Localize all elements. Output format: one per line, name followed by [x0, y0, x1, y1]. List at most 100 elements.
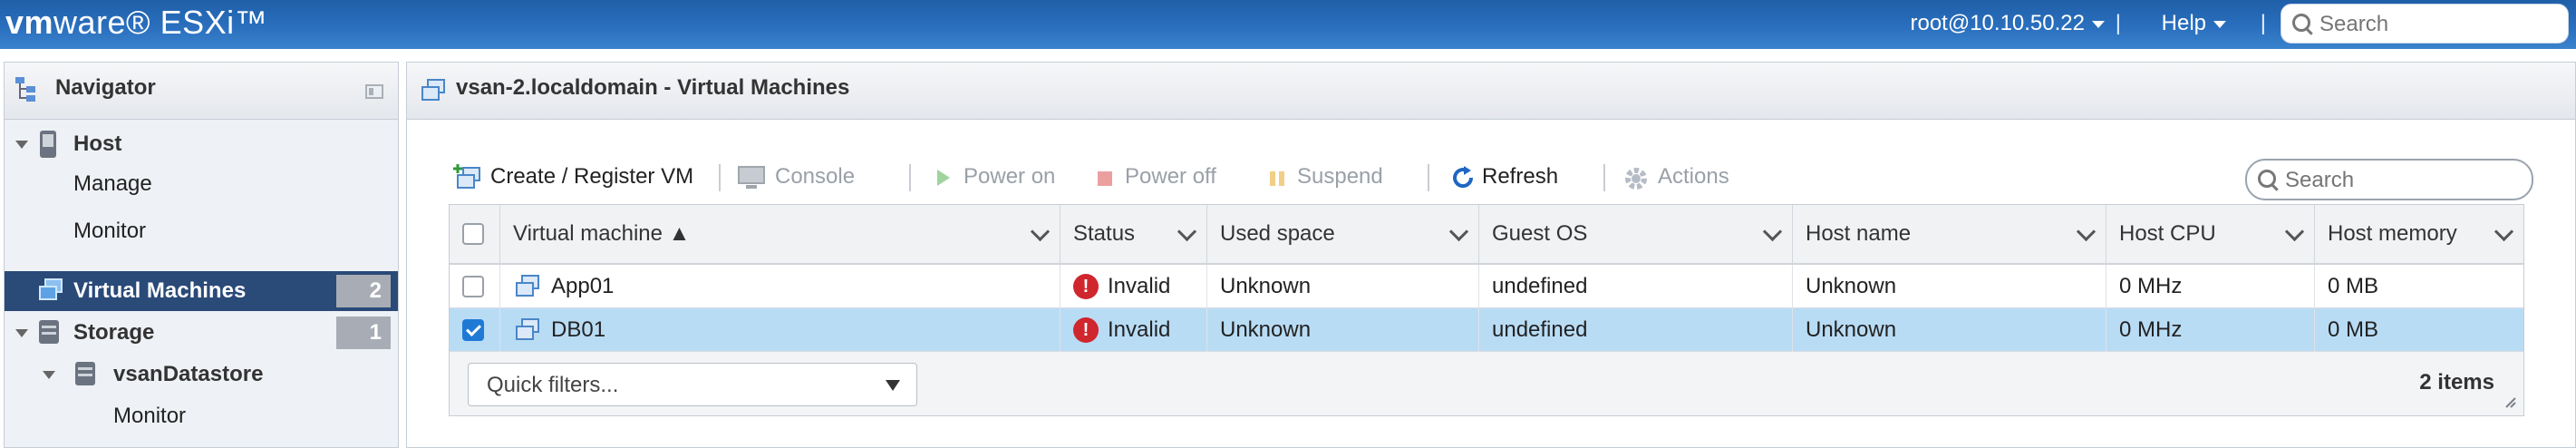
main-panel-header: vsan-2.localdomain - Virtual Machines	[407, 63, 2575, 120]
global-search[interactable]	[2281, 4, 2569, 44]
expand-icon[interactable]	[15, 329, 28, 337]
host-name-cell: Unknown	[1793, 265, 2106, 308]
stop-icon	[1098, 171, 1112, 186]
nav-item-label: Monitor	[73, 219, 147, 243]
nav-item-label: Virtual Machines	[73, 278, 247, 303]
column-guest-os[interactable]: Guest OS	[1479, 205, 1793, 263]
chevron-down-icon[interactable]	[1448, 221, 1469, 242]
vm-name-link[interactable]: App01	[551, 274, 614, 299]
chevron-down-icon[interactable]	[1177, 221, 1197, 242]
storage-icon	[39, 320, 59, 344]
status-cell: ! Invalid	[1060, 265, 1207, 308]
nav-item-label: vsanDatastore	[113, 362, 264, 386]
used-space-cell: Unknown	[1207, 308, 1479, 352]
table-row[interactable]: DB01 ! Invalid Unknown undefined Unknown…	[450, 308, 2523, 352]
select-all-cell	[450, 205, 500, 263]
navigator-panel: Navigator Host Manage Monitor Virtual Ma…	[4, 62, 399, 448]
user-label: root@10.10.50.22	[1910, 11, 2085, 35]
vm-table: Virtual machine ▲ Status Used space Gues…	[449, 204, 2524, 416]
vm-count-badge: 2	[336, 275, 391, 307]
global-search-input[interactable]	[2318, 10, 2548, 39]
chevron-down-icon[interactable]	[2494, 221, 2514, 242]
navigator-header: Navigator	[5, 63, 398, 120]
user-menu[interactable]: root@10.10.50.22	[1910, 11, 2105, 36]
vm-name-cell: DB01	[500, 308, 1060, 352]
toolbar-separator	[1603, 164, 1605, 191]
toolbar-separator	[1428, 164, 1429, 191]
refresh-icon	[1453, 166, 1474, 189]
host-memory-cell: 0 MB	[2328, 317, 2379, 342]
top-bar: vmware® ESXi™ root@10.10.50.22 | Help |	[0, 0, 2576, 49]
quick-filters-select[interactable]: Quick filters...	[468, 363, 917, 406]
row-checkbox[interactable]	[462, 276, 484, 297]
navigator-icon	[15, 77, 35, 102]
column-host-memory[interactable]: Host memory	[2315, 205, 2523, 263]
column-used-space[interactable]: Used space	[1207, 205, 1479, 263]
row-select-cell	[450, 308, 500, 352]
nav-item-virtual-machines[interactable]: Virtual Machines 2	[5, 271, 398, 311]
chevron-down-icon[interactable]	[2076, 221, 2097, 242]
vm-name-cell: App01	[500, 265, 1060, 308]
guest-os-cell: undefined	[1479, 265, 1793, 308]
items-count: 2 items	[2419, 370, 2494, 394]
column-host-name[interactable]: Host name	[1793, 205, 2106, 263]
row-checkbox[interactable]	[462, 319, 484, 341]
select-all-checkbox[interactable]	[462, 223, 484, 245]
table-row[interactable]: App01 ! Invalid Unknown undefined Unknow…	[450, 265, 2523, 308]
row-select-cell	[450, 265, 500, 308]
nav-item-host-monitor[interactable]: Monitor	[5, 211, 398, 251]
nav-item-host[interactable]: Host	[5, 124, 398, 164]
used-space-cell: Unknown	[1207, 265, 1479, 308]
toolbar-separator	[909, 164, 911, 191]
chevron-down-icon[interactable]	[1762, 221, 1783, 242]
host-icon	[40, 131, 56, 158]
column-status[interactable]: Status	[1060, 205, 1207, 263]
chevron-down-icon[interactable]	[1030, 221, 1051, 242]
separator: |	[2260, 11, 2266, 35]
search-icon	[2292, 14, 2310, 32]
nav-item-datastore-monitor[interactable]: Monitor	[5, 396, 398, 436]
pause-icon	[1270, 171, 1284, 186]
nav-item-label: Manage	[73, 171, 152, 196]
datastore-icon	[75, 362, 95, 385]
nav-item-label: Monitor	[113, 404, 187, 428]
vm-icon	[516, 318, 539, 340]
page-title: vsan-2.localdomain - Virtual Machines	[456, 75, 850, 100]
host-cpu-cell: 0 MHz	[2106, 265, 2315, 308]
status-cell: ! Invalid	[1060, 308, 1207, 352]
storage-count-badge: 1	[336, 317, 391, 349]
console-icon	[738, 166, 765, 189]
play-icon	[937, 170, 950, 186]
search-icon	[2258, 170, 2276, 188]
nav-item-label: Host	[73, 131, 122, 156]
error-icon: !	[1073, 317, 1099, 343]
resize-grip-icon[interactable]	[2503, 395, 2516, 408]
separator: |	[2115, 11, 2121, 35]
vm-name-link[interactable]: DB01	[551, 317, 605, 343]
dropdown-caret-icon	[886, 380, 900, 391]
expand-icon[interactable]	[15, 141, 28, 149]
collapse-panel-icon[interactable]	[365, 84, 383, 99]
error-icon: !	[1073, 274, 1099, 299]
nav-item-storage[interactable]: Storage 1	[5, 313, 398, 353]
help-menu[interactable]: Help	[2162, 11, 2226, 36]
column-virtual-machine[interactable]: Virtual machine ▲	[500, 205, 1060, 263]
help-label: Help	[2161, 11, 2206, 35]
vm-search-input[interactable]	[2283, 166, 2523, 195]
virtual-machines-panel: vsan-2.localdomain - Virtual Machines Cr…	[406, 62, 2576, 448]
guest-os-cell: undefined	[1479, 308, 1793, 352]
chevron-down-icon[interactable]	[2284, 221, 2305, 242]
nav-item-manage[interactable]: Manage	[5, 164, 398, 204]
chevron-down-icon	[2092, 20, 2105, 28]
host-memory-cell: 0 MB	[2328, 274, 2379, 298]
host-name-cell: Unknown	[1793, 308, 2106, 352]
column-host-cpu[interactable]: Host CPU	[2106, 205, 2315, 263]
vm-icon	[516, 275, 539, 297]
toolbar-separator	[719, 164, 721, 191]
vm-search[interactable]	[2245, 159, 2533, 200]
vm-icon	[421, 79, 445, 101]
table-header: Virtual machine ▲ Status Used space Gues…	[450, 205, 2523, 265]
expand-icon[interactable]	[43, 371, 55, 379]
vmware-esxi-logo: vmware® ESXi™	[5, 4, 268, 41]
nav-item-vsandatastore[interactable]: vsanDatastore	[5, 355, 398, 394]
